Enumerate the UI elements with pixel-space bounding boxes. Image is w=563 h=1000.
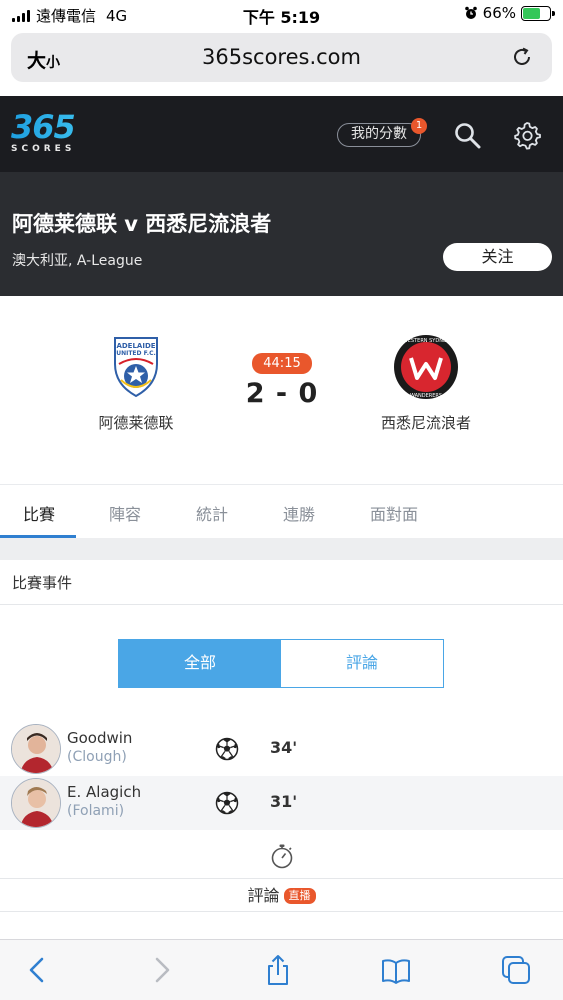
tabs-icon[interactable]: [500, 954, 532, 986]
adelaide-united-crest-icon: ADELAIDE UNITED F.C.: [114, 337, 158, 398]
event-player-name: Goodwin: [67, 729, 133, 747]
home-team-name: 阿德莱德联: [98, 414, 174, 432]
match-clock: 44:15: [252, 353, 312, 374]
competition-name[interactable]: 澳大利亚, A-League: [12, 250, 142, 270]
match-header: 阿德莱德联 v 西悉尼流浪者 澳大利亚, A-League 关注: [0, 172, 563, 296]
browser-toolbar: [0, 939, 563, 1000]
svg-text:ADELAIDE: ADELAIDE: [116, 342, 155, 350]
away-team-name: 西悉尼流浪者: [380, 414, 471, 432]
soccer-ball-icon: [215, 737, 239, 761]
soccer-ball-icon: [215, 791, 239, 815]
away-team[interactable]: WESTERN SYDNEY WANDERERS 西悉尼流浪者: [346, 334, 506, 433]
reload-icon[interactable]: [510, 45, 534, 69]
commentary-label: 評論: [247, 886, 280, 905]
forward-arrow-icon[interactable]: [145, 954, 177, 986]
divider: [0, 878, 563, 879]
tab-streaks[interactable]: 連勝: [283, 501, 315, 525]
match-tabs: 比賽 陣容 統計 連勝 面對面: [0, 484, 563, 538]
bookmarks-book-icon[interactable]: [380, 954, 412, 986]
scoreboard: ADELAIDE UNITED F.C. 阿德莱德联 44:15 2 - 0 W…: [0, 296, 563, 484]
events-section-title: 比賽事件: [12, 574, 73, 592]
svg-text:WESTERN SYDNEY: WESTERN SYDNEY: [403, 338, 450, 344]
stopwatch-icon: [271, 844, 293, 869]
avatar: [11, 724, 61, 774]
home-team[interactable]: ADELAIDE UNITED F.C. 阿德莱德联: [56, 334, 216, 433]
follow-button[interactable]: 关注: [443, 243, 552, 271]
list-item[interactable]: E. Alagich (Folami) 31': [0, 776, 563, 830]
svg-text:WANDERERS: WANDERERS: [410, 393, 442, 399]
match-title: 阿德莱德联 v 西悉尼流浪者: [12, 212, 272, 236]
avatar: [11, 778, 61, 828]
match-score: 2 - 0: [245, 378, 319, 409]
event-assist-name: (Clough): [67, 749, 127, 765]
event-minute: 34': [270, 738, 298, 757]
back-arrow-icon[interactable]: [22, 954, 54, 986]
search-icon[interactable]: [452, 120, 482, 150]
browser-address-area: 大小 365scores.com: [0, 28, 563, 96]
svg-text:UNITED F.C.: UNITED F.C.: [116, 350, 156, 357]
live-badge: 直播: [283, 888, 316, 904]
battery-icon: [521, 5, 555, 21]
tab-lineups[interactable]: 陣容: [109, 501, 141, 525]
events-section-header: 比賽事件: [0, 560, 563, 605]
tab-stats[interactable]: 統計: [196, 501, 228, 525]
notification-badge: 1: [411, 118, 427, 134]
section-separator: [0, 538, 563, 560]
settings-gear-icon[interactable]: [512, 120, 542, 150]
western-sydney-wanderers-crest-icon: WESTERN SYDNEY WANDERERS: [394, 335, 458, 399]
tab-match[interactable]: 比賽: [23, 501, 55, 525]
divider: [0, 911, 563, 912]
list-item[interactable]: Goodwin (Clough) 34': [0, 722, 563, 776]
commentary-header[interactable]: 評論 直播: [0, 882, 563, 906]
event-minute: 31': [270, 792, 298, 811]
my-scores-button[interactable]: 我的分數: [337, 123, 421, 147]
site-logo[interactable]: 365 SCORES: [11, 111, 91, 155]
status-bar: 遠傳電信 4G 下午 5:19 66%: [0, 0, 563, 28]
event-assist-name: (Folami): [67, 803, 125, 819]
address-bar[interactable]: 大小 365scores.com: [11, 33, 552, 82]
alarm-icon: [464, 6, 477, 19]
tab-head-to-head[interactable]: 面對面: [370, 501, 418, 525]
share-icon[interactable]: [262, 954, 294, 986]
events-filter: 全部 評論: [118, 639, 444, 688]
battery-percent: 66%: [482, 4, 516, 22]
filter-all-button[interactable]: 全部: [119, 640, 281, 687]
event-player-name: E. Alagich: [67, 783, 142, 801]
url-text[interactable]: 365scores.com: [11, 45, 552, 69]
filter-commentary-button[interactable]: 評論: [281, 640, 443, 687]
